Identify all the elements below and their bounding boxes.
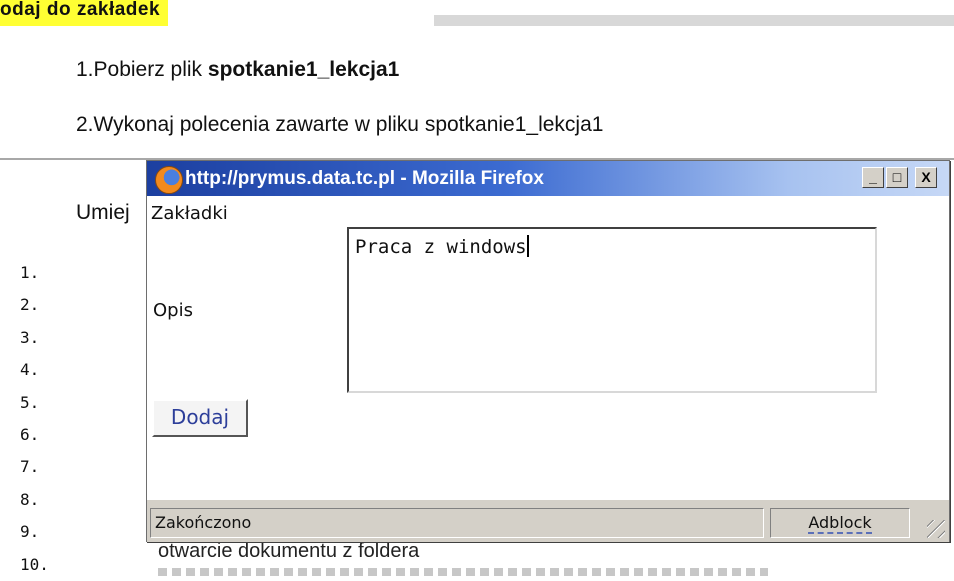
bookmarks-label: Zakładki — [151, 203, 228, 224]
header-separator — [432, 14, 434, 26]
adblock-status[interactable]: Adblock — [770, 508, 910, 538]
maximize-button[interactable]: □ — [886, 167, 908, 188]
list-number: 4. — [20, 360, 40, 380]
add-to-bookmarks-link[interactable]: odaj do zakładek — [0, 0, 169, 26]
list-number: 8. — [20, 489, 40, 509]
top-header-bar: odaj do zakładek — [0, 0, 954, 26]
numbered-list: 1. 2. 3. 4. 5. 6. 7. 8. 9. 10. — [20, 257, 49, 581]
adblock-label[interactable]: Adblock — [808, 513, 872, 534]
list-number: 6. — [20, 424, 40, 444]
step-2: 2.Wykonaj polecenia zawarte w pliku spot… — [76, 113, 604, 136]
minimize-button[interactable]: _ — [862, 167, 884, 188]
list-number: 2. — [20, 295, 40, 315]
window-title: http://prymus.data.tc.pl - Mozilla Firef… — [185, 168, 544, 189]
list-item-text: otwarcie dokumentu z foldera — [158, 540, 420, 562]
cut-off-text-row — [158, 568, 768, 576]
step-1-text: 1.Pobierz plik — [76, 58, 208, 81]
resize-grip-icon[interactable] — [927, 520, 945, 538]
description-label: Opis — [153, 300, 193, 321]
firefox-popup-window: http://prymus.data.tc.pl - Mozilla Firef… — [146, 160, 950, 542]
section-heading: Umiej — [76, 201, 130, 224]
window-titlebar[interactable]: http://prymus.data.tc.pl - Mozilla Firef… — [147, 161, 949, 196]
list-number: 1. — [20, 263, 40, 282]
text-caret — [526, 235, 529, 257]
description-value-wrap: Praca z windows — [355, 235, 529, 258]
list-number: 9. — [20, 522, 40, 542]
step-1: 1.Pobierz plik spotkanie1_lekcja1 — [76, 58, 399, 82]
status-bar: Zakończono Adblock — [147, 499, 949, 542]
download-file-link[interactable]: spotkanie1_lekcja1 — [208, 58, 399, 81]
status-text: Zakończono — [150, 508, 764, 538]
firefox-icon — [155, 166, 183, 194]
list-number: 5. — [20, 392, 40, 412]
add-button[interactable]: Dodaj — [152, 399, 248, 437]
list-number: 7. — [20, 457, 40, 477]
close-button[interactable]: X — [915, 167, 937, 188]
description-textarea[interactable]: Praca z windows — [347, 227, 877, 393]
list-number: 10. — [20, 554, 49, 574]
list-number: 3. — [20, 327, 40, 347]
description-value: Praca z windows — [355, 236, 527, 258]
